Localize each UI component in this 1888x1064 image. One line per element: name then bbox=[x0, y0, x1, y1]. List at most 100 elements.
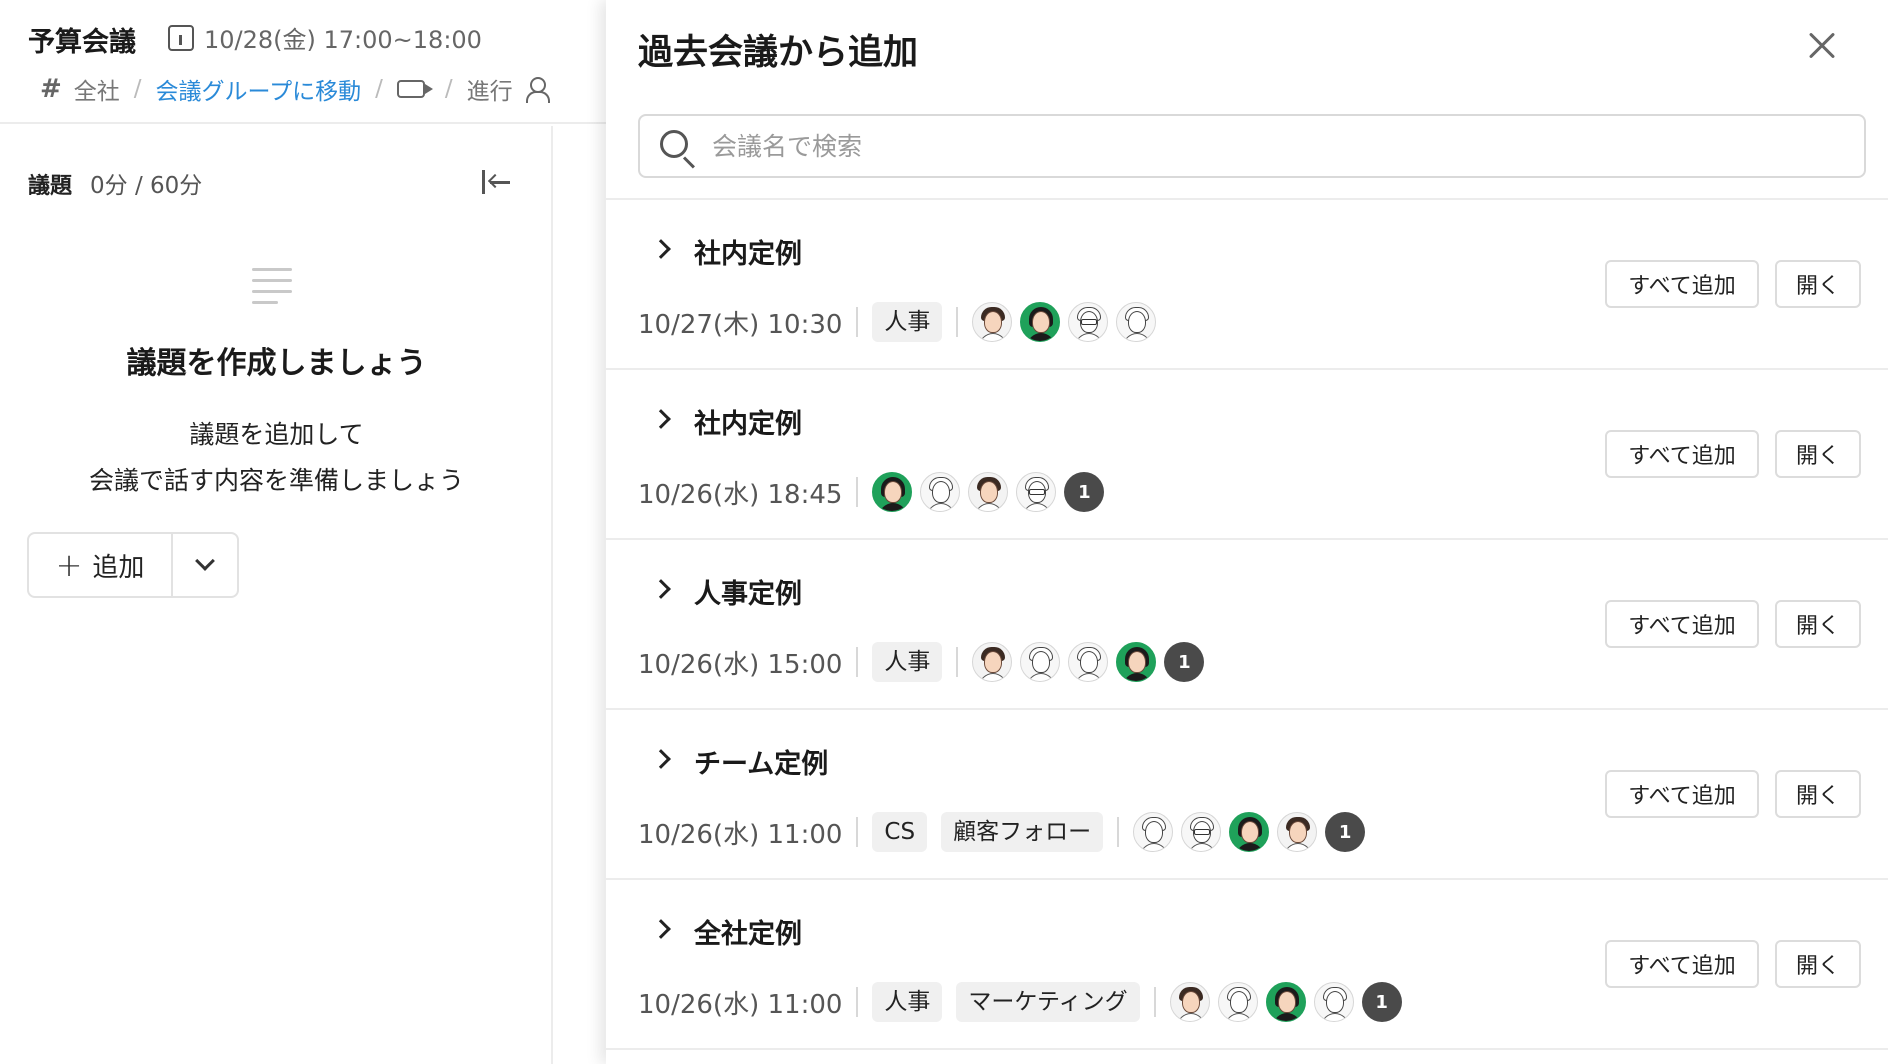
avatar bbox=[1068, 302, 1109, 342]
divider bbox=[856, 477, 859, 507]
avatar bbox=[1313, 982, 1354, 1022]
add-all-button[interactable]: すべて追加 bbox=[1605, 600, 1759, 648]
meeting-tag: CS bbox=[872, 812, 928, 852]
meeting-tags: 人事 マーケティング bbox=[872, 982, 1153, 1022]
add-agenda-split-button: + 追加 bbox=[27, 532, 239, 598]
chevron-right-icon[interactable] bbox=[651, 919, 671, 939]
calendar-icon bbox=[168, 24, 194, 51]
add-all-button[interactable]: すべて追加 bbox=[1605, 770, 1759, 818]
breadcrumb-separator: / bbox=[444, 76, 453, 102]
meeting-datetime-text: 10/28(金) 17:00~18:00 bbox=[204, 26, 482, 54]
chevron-right-icon[interactable] bbox=[651, 239, 671, 259]
open-button[interactable]: 開く bbox=[1775, 260, 1861, 308]
breadcrumb-progress[interactable]: 進行 bbox=[467, 72, 513, 106]
open-button[interactable]: 開く bbox=[1775, 940, 1861, 988]
chevron-down-icon bbox=[195, 551, 215, 571]
avatar bbox=[1277, 812, 1318, 852]
empty-state-description: 議題を追加して 会議で話す内容を準備しましょう bbox=[0, 412, 553, 504]
open-button[interactable]: 開く bbox=[1775, 430, 1861, 478]
meeting-name: 社内定例 bbox=[694, 239, 802, 270]
more-participants-badge: 1 bbox=[1164, 642, 1205, 682]
meeting-header: 予算会議 10/28(金) 17:00~18:00 # 全社 / 会議グループに… bbox=[0, 0, 610, 124]
add-all-button[interactable]: すべて追加 bbox=[1605, 430, 1759, 478]
meeting-row[interactable]: チーム定例 10/26(水) 11:00 CS 顧客フォロー 1 すべて追加 開く bbox=[606, 710, 1888, 880]
meeting-row[interactable]: 社内定例 10/26(水) 18:45 1 すべて追加 開く bbox=[606, 370, 1888, 540]
divider bbox=[856, 307, 859, 337]
meeting-row[interactable]: 全社定例 10/26(水) 11:00 人事 マーケティング 1 すべて追加 開く bbox=[606, 880, 1888, 1050]
search-icon bbox=[660, 130, 698, 169]
avatar bbox=[920, 472, 961, 512]
participant-avatars bbox=[972, 302, 1157, 342]
more-participants-badge: 1 bbox=[1361, 982, 1402, 1022]
meeting-meta: 10/26(水) 11:00 CS 顧客フォロー 1 bbox=[638, 810, 1366, 854]
add-agenda-label: 追加 bbox=[92, 552, 145, 583]
meeting-date: 10/26(水) 15:00 bbox=[638, 649, 843, 680]
search-box bbox=[638, 114, 1866, 178]
group-link[interactable]: 会議グループに移動 bbox=[156, 72, 362, 106]
avatar bbox=[972, 302, 1013, 342]
more-participants-badge: 1 bbox=[1064, 472, 1105, 512]
avatar bbox=[1116, 642, 1157, 682]
meeting-tag: 人事 bbox=[872, 302, 943, 342]
avatar bbox=[1020, 642, 1061, 682]
chevron-right-icon[interactable] bbox=[651, 749, 671, 769]
breadcrumb-channel[interactable]: 全社 bbox=[74, 72, 120, 106]
add-agenda-button[interactable]: + 追加 bbox=[29, 534, 173, 596]
divider bbox=[856, 647, 859, 677]
agenda-label: 議題 bbox=[28, 174, 73, 199]
add-all-button[interactable]: すべて追加 bbox=[1605, 260, 1759, 308]
open-button[interactable]: 開く bbox=[1775, 600, 1861, 648]
participant-avatars: 1 bbox=[972, 642, 1205, 682]
past-meetings-drawer: 過去会議から追加 社内定例10/27(木) 10:30人事すべて追加開く社内定例… bbox=[606, 0, 1888, 1064]
person-icon[interactable] bbox=[525, 77, 550, 103]
avatar bbox=[968, 472, 1009, 512]
divider bbox=[856, 987, 859, 1017]
add-all-button[interactable]: すべて追加 bbox=[1605, 940, 1759, 988]
meeting-date: 10/26(水) 11:00 bbox=[638, 819, 843, 850]
collapse-left-icon[interactable] bbox=[482, 170, 512, 194]
meeting-meta: 10/27(木) 10:30 人事 bbox=[638, 300, 1157, 344]
avatar bbox=[1169, 982, 1210, 1022]
avatar bbox=[1181, 812, 1222, 852]
meeting-date: 10/27(木) 10:30 bbox=[638, 309, 843, 340]
participant-avatars: 1 bbox=[1169, 982, 1402, 1022]
hash-icon: # bbox=[40, 74, 62, 104]
meeting-tag: 顧客フォロー bbox=[941, 812, 1104, 852]
empty-desc-line-1: 議題を追加して bbox=[189, 420, 364, 449]
avatar bbox=[1229, 812, 1270, 852]
avatar bbox=[1016, 472, 1057, 512]
meeting-name: チーム定例 bbox=[694, 749, 829, 780]
chevron-right-icon[interactable] bbox=[651, 409, 671, 429]
divider bbox=[1153, 987, 1156, 1017]
chevron-right-icon[interactable] bbox=[651, 579, 671, 599]
meeting-name: 社内定例 bbox=[694, 409, 802, 440]
divider bbox=[856, 817, 859, 847]
avatar bbox=[1116, 302, 1157, 342]
meeting-page: 予算会議 10/28(金) 17:00~18:00 # 全社 / 会議グループに… bbox=[0, 0, 610, 1064]
close-icon[interactable] bbox=[1804, 28, 1840, 64]
meeting-tags: 人事 bbox=[872, 642, 956, 682]
open-button[interactable]: 開く bbox=[1775, 770, 1861, 818]
meeting-tags: CS 顧客フォロー bbox=[872, 812, 1117, 852]
search-input[interactable] bbox=[712, 116, 1852, 176]
meeting-tags: 人事 bbox=[872, 302, 956, 342]
meeting-meta: 10/26(水) 18:45 1 bbox=[638, 470, 1105, 514]
avatar bbox=[1265, 982, 1306, 1022]
meeting-title: 予算会議 bbox=[28, 27, 136, 58]
divider bbox=[956, 307, 959, 337]
breadcrumb-separator: / bbox=[375, 76, 383, 102]
agenda-time-count: 0分 / 60分 bbox=[90, 173, 203, 199]
avatar bbox=[972, 642, 1013, 682]
meeting-name: 人事定例 bbox=[694, 579, 802, 610]
video-icon[interactable] bbox=[396, 80, 433, 98]
meeting-datetime[interactable]: 10/28(金) 17:00~18:00 bbox=[168, 20, 482, 55]
meeting-list: 社内定例 10/27(木) 10:30 人事 すべて追加 開く 社内定例 10/26(水) … bbox=[606, 200, 1888, 1050]
meeting-date: 10/26(水) 18:45 bbox=[638, 479, 843, 510]
add-agenda-dropdown[interactable] bbox=[173, 534, 237, 596]
meeting-tag: マーケティング bbox=[956, 982, 1140, 1022]
avatar bbox=[1217, 982, 1258, 1022]
breadcrumb: # 全社 / 会議グループに移動 / / 進行 bbox=[40, 72, 550, 106]
meeting-row[interactable]: 社内定例 10/27(木) 10:30 人事 すべて追加 開く bbox=[606, 200, 1888, 370]
meeting-tag: 人事 bbox=[872, 982, 943, 1022]
meeting-row[interactable]: 人事定例 10/26(水) 15:00 人事 1 すべて追加 開く bbox=[606, 540, 1888, 710]
